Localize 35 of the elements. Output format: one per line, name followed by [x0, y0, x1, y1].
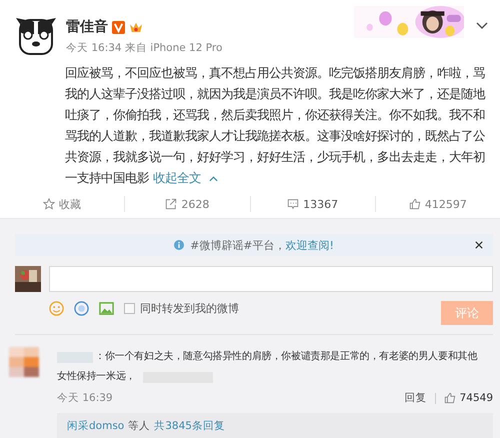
like-count: 74549 [460, 392, 493, 404]
close-icon[interactable] [475, 241, 483, 249]
caret-up-icon [208, 176, 218, 182]
action-tab[interactable]: 2628 [124, 196, 250, 212]
chevron-down-icon[interactable] [476, 22, 488, 30]
share-icon [165, 198, 178, 210]
notice-text: #微博辟谣#平台， [190, 238, 286, 252]
thumbs-up-icon [408, 198, 421, 210]
comment-text: 女性保持一米远， [57, 370, 136, 384]
comment-icon [287, 198, 300, 210]
repost-checkbox[interactable] [124, 302, 135, 314]
star-icon [43, 198, 56, 210]
action-tab[interactable]: 收藏 [0, 196, 124, 212]
comment-text: ：你一个有妇之夫，随意勾搭异性的肩膀，你被谴责那是正常的，有老婆的男人要和其他 [95, 350, 478, 364]
reply-link[interactable]: 回复 [404, 391, 427, 405]
replies-others: 等人 [128, 419, 150, 433]
smiley-icon[interactable] [49, 300, 64, 316]
image-icon[interactable] [99, 300, 114, 316]
author-name[interactable]: 雷佳音 [66, 18, 108, 36]
repost-option-label: 同时转发到我的微博 [140, 300, 239, 316]
action-tab[interactable]: 13367 [250, 196, 375, 212]
reply-count-link[interactable]: 共3845条回复 [154, 419, 225, 433]
post-meta: 今天 16:34 来自 iPhone 12 Pro [66, 41, 224, 55]
collapse-link[interactable]: 收起全文 [152, 170, 218, 185]
action-tab[interactable]: 412597 [374, 196, 500, 212]
gif-icon[interactable] [74, 300, 89, 316]
post-text: 回应被骂，不回应也被骂，真不想占用公共资源。吃完饭搭朋友肩膀，咋啦，骂我的人这辈子没搭过呗，就因为我是演员不许呗。我是吃你家大米了，还是随地吐痰了，你偷拍我，还骂我，然后卖我照片，你还获得关注。你不如我。我不和骂我的人道歉，我道歉我家人才让我跪搓衣板。这事没啥好探讨的，既然占了公共资源，我就多说一句，好好学习，好好生活，少玩手机，多出去走走，大年初一支持中国电影 收起全文 [65, 64, 486, 187]
comment-input[interactable] [49, 266, 493, 292]
verified-badge-icon [112, 20, 125, 34]
notice-link[interactable]: 欢迎查阅! [286, 238, 334, 252]
crown-icon [129, 21, 143, 33]
reply-user-link[interactable]: 闲采domso [67, 419, 124, 433]
thumbs-up-icon[interactable] [444, 392, 456, 404]
info-icon [174, 240, 184, 250]
comment-time: 今天 16:39 [57, 391, 113, 405]
